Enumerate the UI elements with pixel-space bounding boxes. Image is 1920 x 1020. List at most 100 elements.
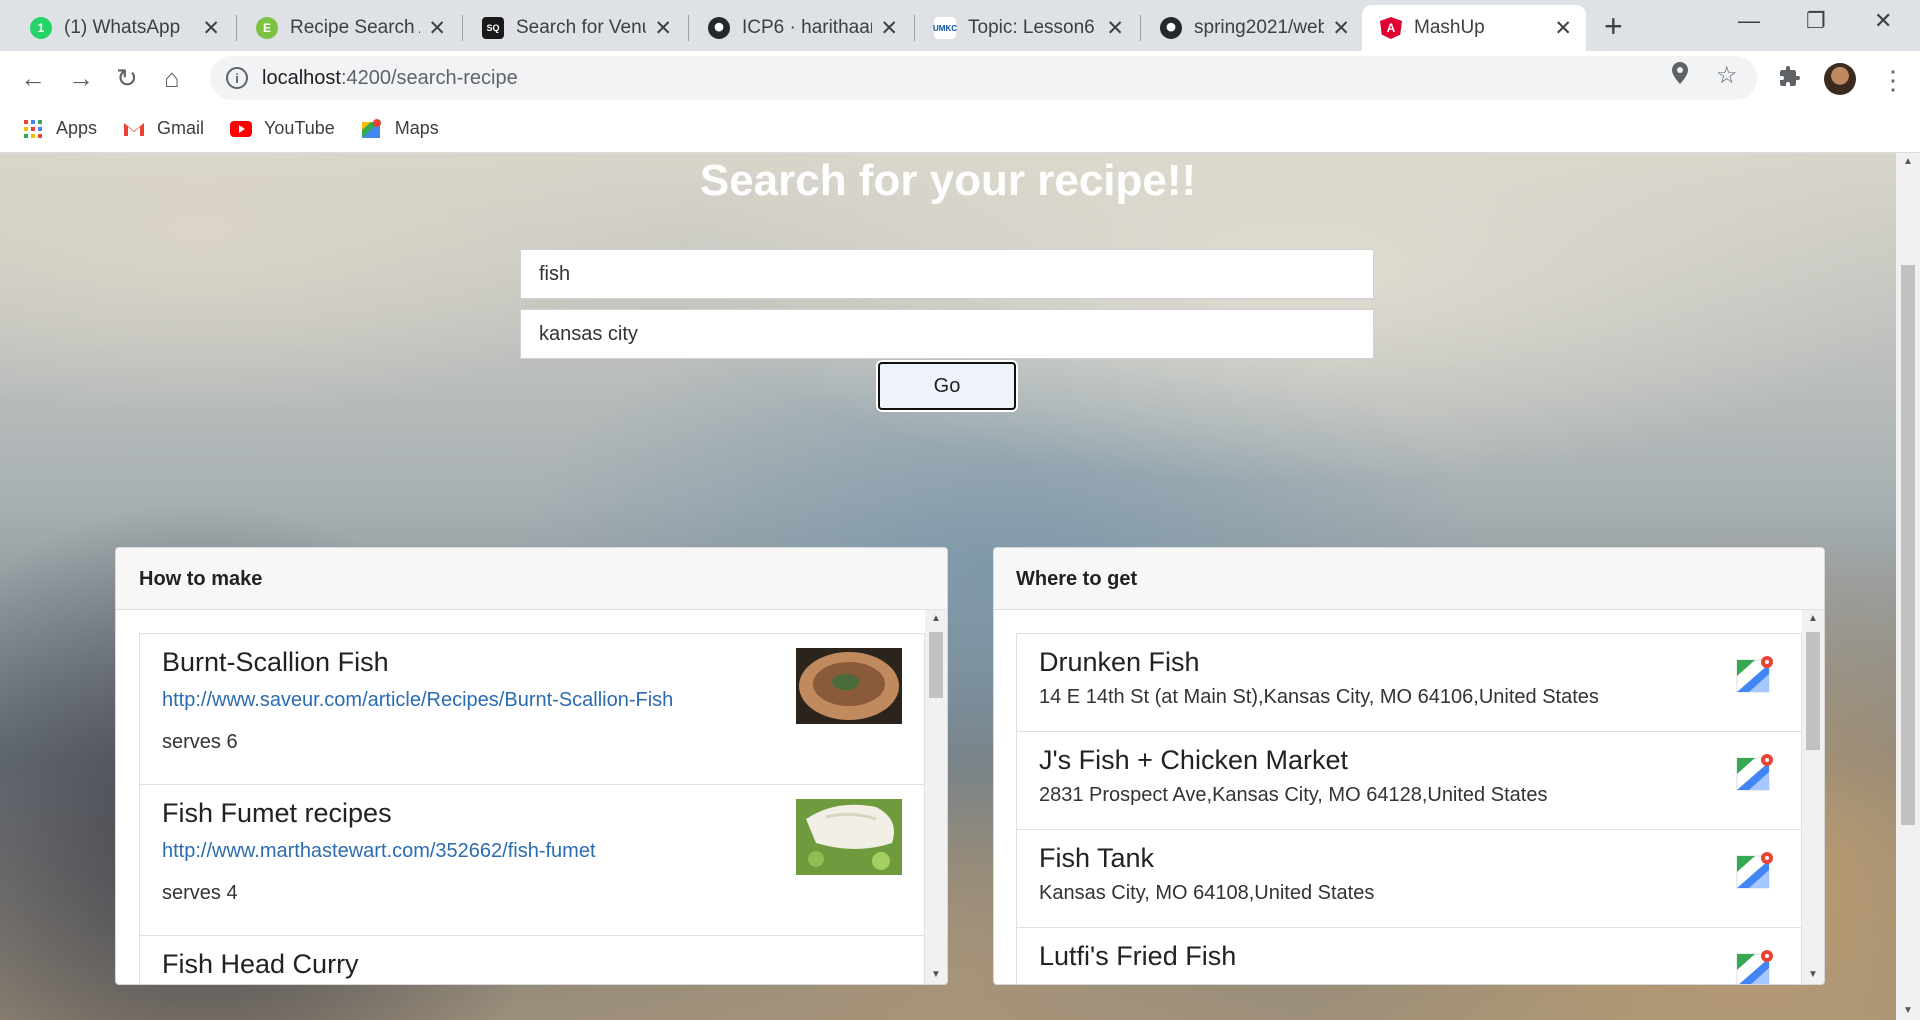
venues-card-header: Where to get bbox=[994, 548, 1824, 610]
angular-icon: A bbox=[1380, 17, 1402, 39]
venue-name: Lutfi's Fried Fish bbox=[1039, 941, 1237, 971]
tab-separator bbox=[462, 15, 463, 41]
tab-separator bbox=[914, 15, 915, 41]
recipe-item[interactable]: Burnt-Scallion Fish http://www.saveur.co… bbox=[139, 633, 925, 785]
close-icon[interactable]: ✕ bbox=[654, 16, 672, 41]
tab-whatsapp[interactable]: 1 (1) WhatsApp ✕ bbox=[12, 5, 234, 51]
location-search-input[interactable] bbox=[520, 309, 1374, 359]
recipe-serves: serves 6 bbox=[162, 731, 238, 753]
google-maps-icon[interactable] bbox=[1735, 948, 1775, 984]
location-pin-icon[interactable] bbox=[1670, 61, 1690, 92]
minimize-icon[interactable]: — bbox=[1738, 8, 1760, 34]
site-info-icon[interactable]: i bbox=[226, 67, 248, 89]
venue-address: 2831 Prospect Ave,Kansas City, MO 64128,… bbox=[1039, 784, 1548, 806]
venues-list[interactable]: Drunken Fish 14 E 14th St (at Main St),K… bbox=[994, 610, 1802, 984]
close-icon[interactable]: ✕ bbox=[880, 16, 898, 41]
tab-mashup[interactable]: A MashUp ✕ bbox=[1362, 5, 1586, 51]
apps-grid-icon bbox=[22, 118, 44, 140]
maps-icon bbox=[361, 118, 383, 140]
scroll-down-icon[interactable]: ▼ bbox=[925, 966, 947, 984]
venue-item[interactable]: Drunken Fish 14 E 14th St (at Main St),K… bbox=[1016, 633, 1802, 732]
tab-lesson6[interactable]: UMKC Topic: Lesson6 D ✕ bbox=[916, 5, 1138, 51]
address-bar[interactable]: i localhost:4200/search-recipe bbox=[210, 56, 1757, 100]
home-icon[interactable]: ⌂ bbox=[164, 63, 180, 94]
gmail-icon bbox=[123, 118, 145, 140]
menu-icon[interactable]: ⋮ bbox=[1880, 65, 1906, 96]
scroll-up-icon[interactable]: ▲ bbox=[1802, 610, 1824, 628]
venue-name: Drunken Fish bbox=[1039, 647, 1200, 677]
url-text[interactable]: localhost:4200/search-recipe bbox=[262, 67, 518, 90]
youtube-icon bbox=[230, 118, 253, 140]
tab-recipe-search[interactable]: E Recipe Search A ✕ bbox=[238, 5, 460, 51]
venue-address: 14 E 14th St (at Main St),Kansas City, M… bbox=[1039, 686, 1599, 708]
recipes-list[interactable]: Burnt-Scallion Fish http://www.saveur.co… bbox=[116, 610, 925, 984]
venue-item[interactable]: Lutfi's Fried Fish bbox=[1016, 927, 1802, 984]
foursquare-icon: SQ bbox=[482, 17, 504, 39]
recipe-thumbnail[interactable] bbox=[796, 648, 902, 724]
url-path: :4200/search-recipe bbox=[340, 66, 518, 89]
recipes-card: How to make Burnt-Scallion Fish http://w… bbox=[115, 547, 948, 985]
go-button[interactable]: Go bbox=[878, 362, 1016, 410]
close-icon[interactable]: ✕ bbox=[1332, 16, 1350, 41]
tab-strip: 1 (1) WhatsApp ✕ E Recipe Search A ✕ SQ … bbox=[0, 0, 1920, 51]
bookmark-youtube[interactable]: YouTube bbox=[230, 118, 335, 140]
scroll-up-icon[interactable]: ▲ bbox=[1896, 153, 1920, 171]
url-host: localhost bbox=[262, 66, 341, 89]
bookmark-label: YouTube bbox=[264, 118, 335, 138]
github-icon bbox=[708, 17, 730, 39]
page-scrollbar[interactable]: ▲ ▼ bbox=[1896, 153, 1920, 1020]
whatsapp-icon: 1 bbox=[30, 17, 52, 39]
venue-address: Kansas City, MO 64108,United States bbox=[1039, 882, 1375, 904]
bookmark-label: Apps bbox=[56, 118, 98, 138]
page-scroll-thumb[interactable] bbox=[1901, 265, 1915, 825]
recipe-link[interactable]: http://www.saveur.com/article/Recipes/Bu… bbox=[162, 689, 673, 712]
tab-github-spring2021[interactable]: spring2021/web ✕ bbox=[1142, 5, 1364, 51]
recipe-thumbnail[interactable] bbox=[796, 799, 902, 875]
recipes-scrollbar[interactable]: ▲ ▼ bbox=[925, 610, 947, 984]
bookmarks-bar: Apps Gmail YouTube Maps bbox=[0, 105, 1920, 153]
google-maps-icon[interactable] bbox=[1735, 654, 1775, 694]
bookmark-maps[interactable]: Maps bbox=[361, 118, 439, 140]
browser-toolbar: ← → ↻ ⌂ i localhost:4200/search-recipe ☆… bbox=[0, 51, 1920, 105]
close-icon[interactable]: ✕ bbox=[1106, 16, 1124, 41]
recipe-item[interactable]: Fish Fumet recipes http://www.marthastew… bbox=[139, 784, 925, 936]
scroll-up-icon[interactable]: ▲ bbox=[925, 610, 947, 628]
tab-github-icp6[interactable]: ICP6 · harithaan ✕ bbox=[690, 5, 912, 51]
venue-item[interactable]: J's Fish + Chicken Market 2831 Prospect … bbox=[1016, 731, 1802, 830]
restore-icon[interactable]: ❐ bbox=[1806, 8, 1826, 34]
back-icon[interactable]: ← bbox=[20, 63, 46, 94]
close-icon[interactable]: ✕ bbox=[202, 16, 220, 41]
tab-separator bbox=[688, 15, 689, 41]
venue-name: Fish Tank bbox=[1039, 843, 1155, 873]
scroll-down-icon[interactable]: ▼ bbox=[1896, 1002, 1920, 1020]
google-maps-icon[interactable] bbox=[1735, 850, 1775, 890]
scroll-thumb[interactable] bbox=[929, 632, 943, 698]
tab-title: MashUp bbox=[1414, 17, 1485, 38]
venues-scrollbar[interactable]: ▲ ▼ bbox=[1802, 610, 1824, 984]
extensions-icon[interactable] bbox=[1778, 65, 1802, 96]
google-maps-icon[interactable] bbox=[1735, 752, 1775, 792]
github-icon bbox=[1160, 17, 1182, 39]
tab-foursquare[interactable]: SQ Search for Venu ✕ bbox=[464, 5, 686, 51]
profile-avatar[interactable] bbox=[1824, 63, 1856, 95]
scroll-thumb[interactable] bbox=[1806, 632, 1820, 750]
recipe-search-input[interactable] bbox=[520, 249, 1374, 299]
forward-icon[interactable]: → bbox=[68, 63, 94, 94]
recipes-card-header: How to make bbox=[116, 548, 947, 610]
reload-icon[interactable]: ↻ bbox=[116, 63, 138, 94]
venue-item[interactable]: Fish Tank Kansas City, MO 64108,United S… bbox=[1016, 829, 1802, 928]
window-close-icon[interactable]: ✕ bbox=[1874, 8, 1892, 34]
close-icon[interactable]: ✕ bbox=[1554, 16, 1572, 41]
tab-title: ICP6 · harithaan bbox=[742, 17, 873, 38]
tab-title: Topic: Lesson6 D bbox=[968, 17, 1098, 38]
bookmark-gmail[interactable]: Gmail bbox=[123, 118, 204, 140]
recipe-link[interactable]: http://www.marthastewart.com/352662/fish… bbox=[162, 840, 596, 863]
new-tab-icon[interactable]: + bbox=[1604, 8, 1623, 45]
bookmark-star-icon[interactable]: ☆ bbox=[1716, 61, 1738, 90]
scroll-down-icon[interactable]: ▼ bbox=[1802, 966, 1824, 984]
bookmark-apps[interactable]: Apps bbox=[22, 118, 97, 140]
close-icon[interactable]: ✕ bbox=[428, 16, 446, 41]
tab-title: Search for Venu bbox=[516, 17, 647, 38]
edamam-icon: E bbox=[256, 17, 278, 39]
recipe-item[interactable]: Fish Head Curry bbox=[139, 935, 925, 984]
